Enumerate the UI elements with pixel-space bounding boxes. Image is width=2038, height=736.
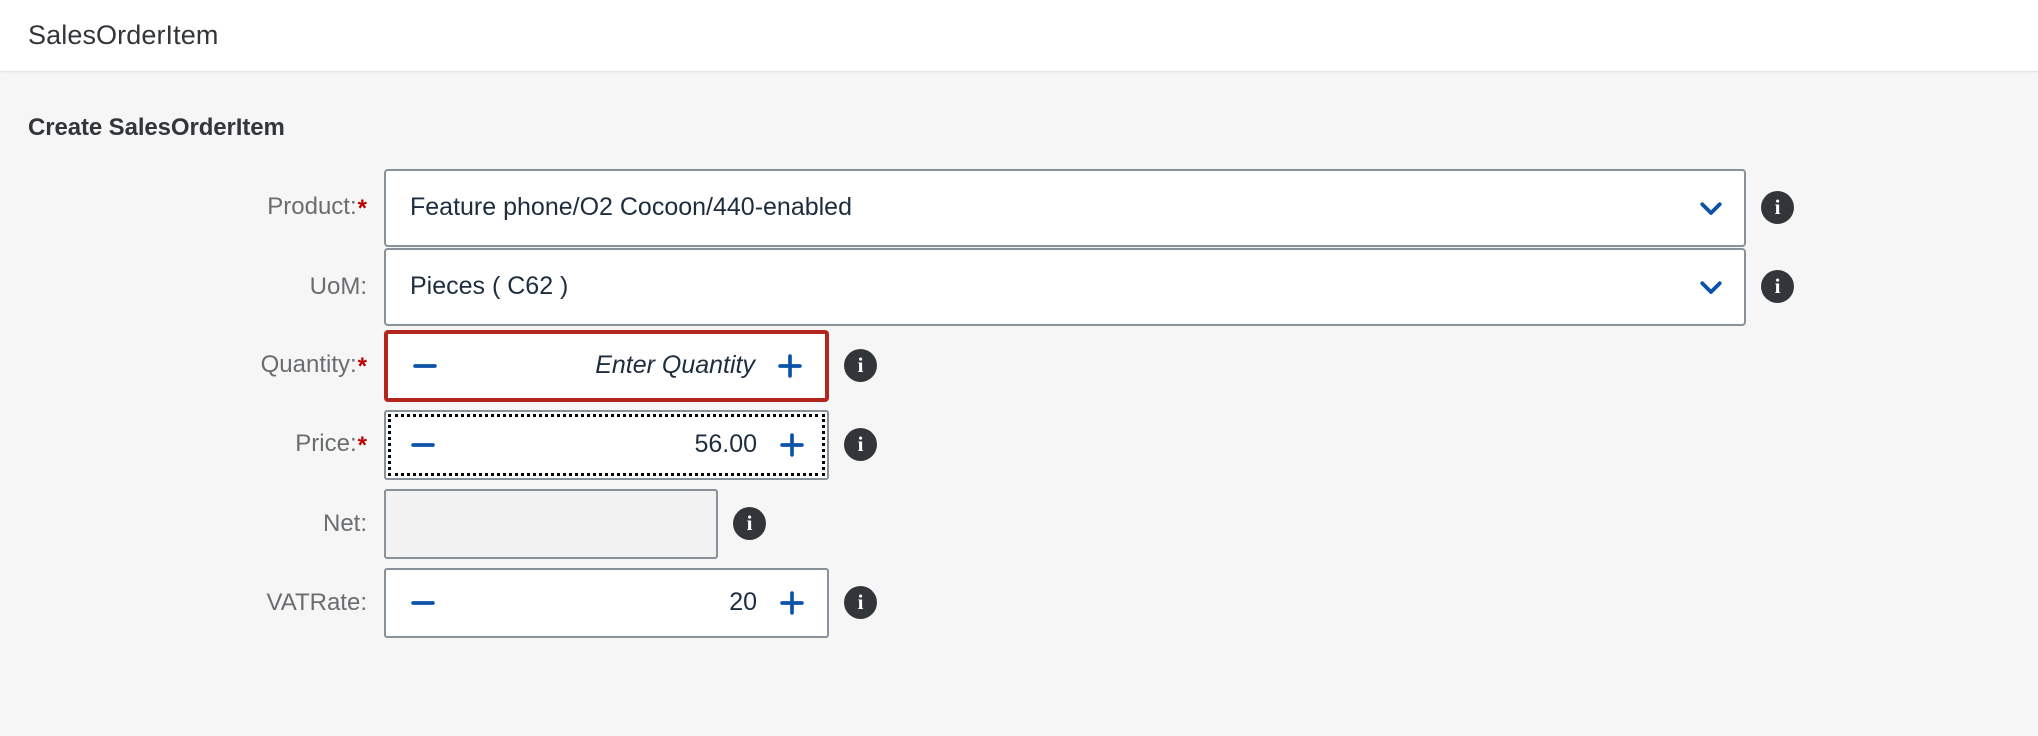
label-vatrate-text: VATRate: <box>266 588 367 616</box>
info-icon-product[interactable]: i <box>1761 191 1794 224</box>
app-header: SalesOrderItem <box>0 0 2038 72</box>
control-quantity: Enter Quantity i <box>384 329 877 402</box>
price-stepper[interactable]: 56.00 <box>384 409 829 480</box>
info-icon-net[interactable]: i <box>733 507 766 540</box>
required-asterisk-price: * <box>357 431 367 459</box>
uom-select-value: Pieces ( C62 ) <box>410 272 569 300</box>
quantity-stepper[interactable]: Enter Quantity <box>384 329 829 402</box>
label-product: Product:* <box>28 192 384 222</box>
create-salesorderitem-form: Product:* Feature phone/O2 Cocoon/440-en… <box>28 168 2010 642</box>
label-net: Net: <box>28 509 384 537</box>
info-icon-uom[interactable]: i <box>1761 270 1794 303</box>
label-vatrate: VATRate: <box>28 588 384 616</box>
control-net: i <box>384 488 766 559</box>
minus-icon[interactable] <box>404 345 446 387</box>
required-asterisk-product: * <box>357 194 367 222</box>
price-input[interactable]: 56.00 <box>444 430 771 459</box>
chevron-down-icon[interactable] <box>1694 270 1728 304</box>
product-select[interactable]: Feature phone/O2 Cocoon/440-enabled <box>384 168 1746 247</box>
form-row-product: Product:* Feature phone/O2 Cocoon/440-en… <box>28 168 2010 247</box>
control-product: Feature phone/O2 Cocoon/440-enabled i <box>384 168 1794 247</box>
control-uom: Pieces ( C62 ) i <box>384 247 1794 326</box>
form-row-quantity: Quantity:* Enter Quantity i <box>28 326 2010 405</box>
info-icon-price[interactable]: i <box>844 428 877 461</box>
quantity-input[interactable]: Enter Quantity <box>446 351 769 380</box>
label-net-text: Net: <box>322 509 367 537</box>
minus-icon[interactable] <box>402 424 444 466</box>
label-quantity-text: Quantity: <box>260 350 357 378</box>
label-quantity: Quantity:* <box>28 350 384 380</box>
info-icon-vatrate[interactable]: i <box>844 586 877 619</box>
plus-icon[interactable] <box>771 582 813 624</box>
label-price: Price:* <box>28 429 384 459</box>
control-vatrate: 20 i <box>384 567 877 638</box>
app-title: SalesOrderItem <box>28 20 219 50</box>
page-content: Create SalesOrderItem Product:* Feature … <box>0 114 2038 642</box>
label-product-text: Product: <box>267 192 357 220</box>
form-row-uom: UoM: Pieces ( C62 ) i <box>28 247 2010 326</box>
vatrate-input[interactable]: 20 <box>444 588 771 617</box>
vatrate-stepper[interactable]: 20 <box>384 567 829 638</box>
plus-icon[interactable] <box>771 424 813 466</box>
net-input <box>384 488 718 559</box>
label-uom-text: UoM: <box>309 272 367 300</box>
form-row-price: Price:* 56.00 i <box>28 405 2010 484</box>
form-row-net: Net: i <box>28 484 2010 563</box>
label-uom: UoM: <box>28 272 384 300</box>
form-row-vatrate: VATRate: 20 i <box>28 563 2010 642</box>
page-title: Create SalesOrderItem <box>28 114 285 141</box>
label-price-text: Price: <box>295 429 357 457</box>
info-icon-quantity[interactable]: i <box>844 349 877 382</box>
uom-select[interactable]: Pieces ( C62 ) <box>384 247 1746 326</box>
product-select-value: Feature phone/O2 Cocoon/440-enabled <box>410 193 852 221</box>
required-asterisk-quantity: * <box>357 352 367 380</box>
control-price: 56.00 i <box>384 409 877 480</box>
chevron-down-icon[interactable] <box>1694 191 1728 225</box>
plus-icon[interactable] <box>769 345 811 387</box>
minus-icon[interactable] <box>402 582 444 624</box>
